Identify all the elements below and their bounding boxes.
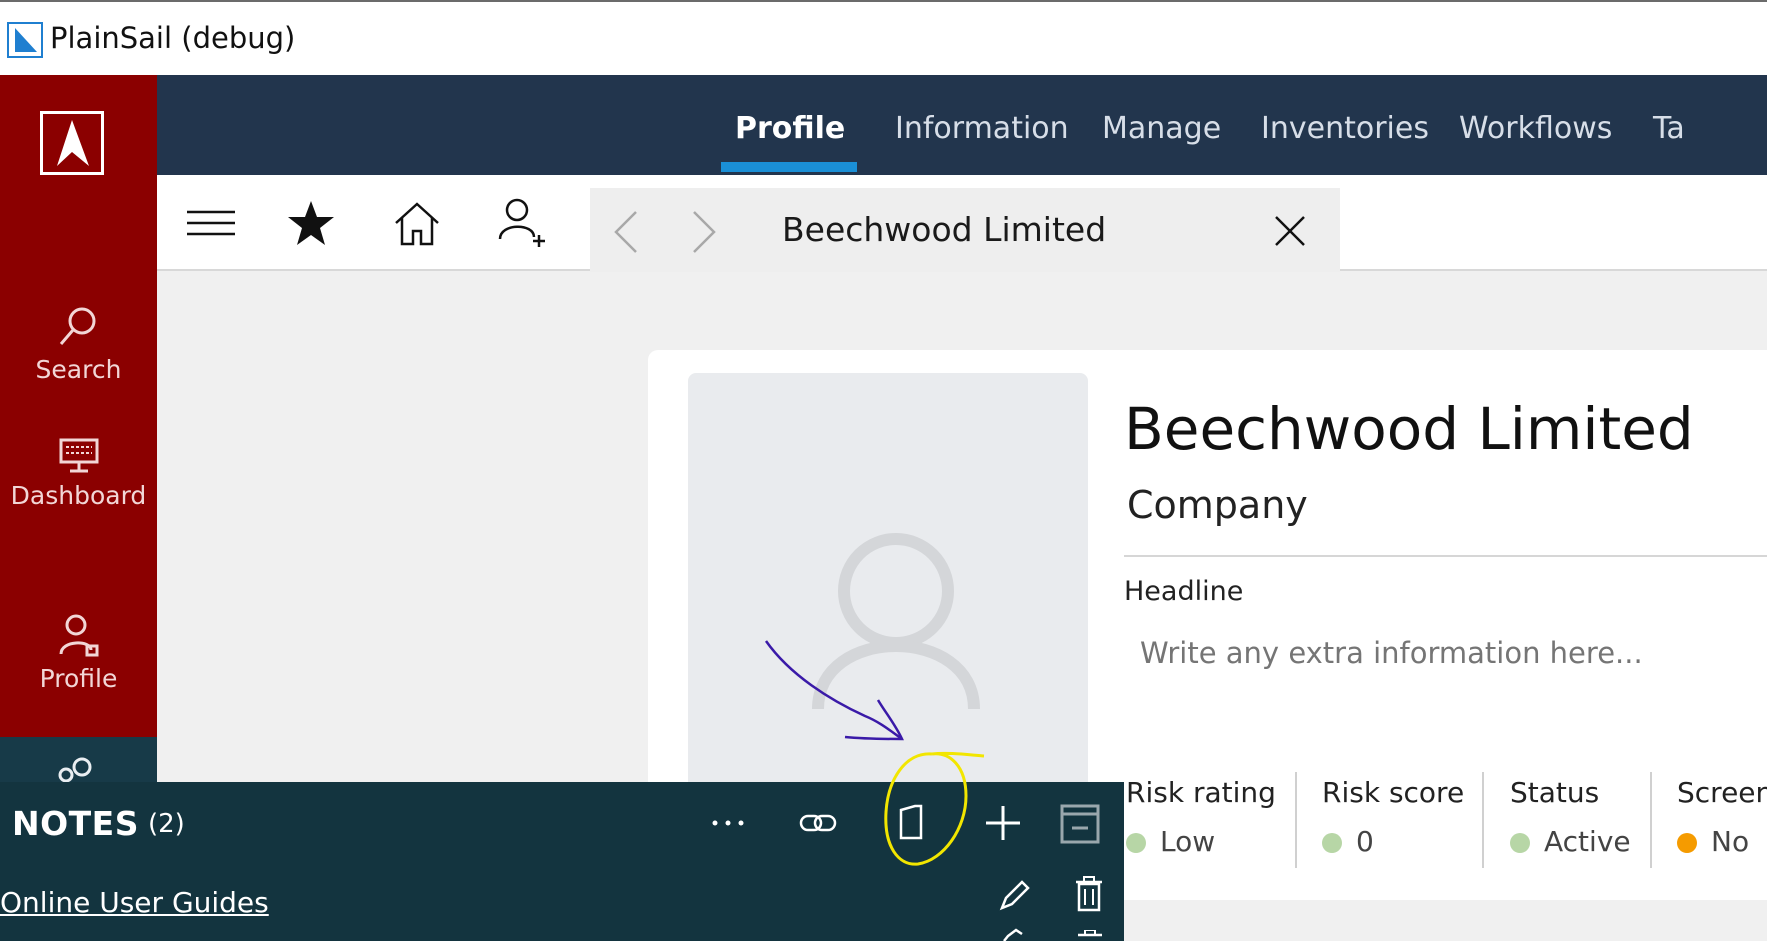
back-icon[interactable] <box>612 210 640 254</box>
divider <box>1295 772 1297 868</box>
notes-count: (2) <box>148 809 185 839</box>
tab-profile[interactable]: Profile <box>735 111 845 146</box>
metric-label: Risk score <box>1322 776 1465 809</box>
add-person-icon[interactable] <box>497 197 549 249</box>
divider <box>1482 772 1484 868</box>
edit-icon[interactable] <box>1000 928 1032 941</box>
menu-icon[interactable] <box>187 210 235 238</box>
minimize-icon[interactable] <box>1060 804 1100 844</box>
metric-risk-score: Risk score 0 <box>1322 776 1464 858</box>
notes-title: NOTES <box>12 804 139 843</box>
page-icon[interactable] <box>897 804 925 842</box>
home-icon[interactable] <box>393 201 441 247</box>
app-logo-icon <box>7 22 43 58</box>
notes-panel: NOTES (2) Online User Guides <box>0 782 1124 941</box>
add-icon[interactable] <box>984 804 1022 842</box>
window-title: PlainSail (debug) <box>50 21 296 55</box>
metric-value: No <box>1711 825 1750 858</box>
rail-item-search[interactable]: Search <box>0 303 157 384</box>
breadcrumb-title: Beechwood Limited <box>782 210 1107 249</box>
headline-input[interactable] <box>1140 636 1740 670</box>
monitor-icon <box>59 438 98 473</box>
close-icon[interactable] <box>1274 215 1306 247</box>
entity-name: Beechwood Limited <box>1124 395 1694 463</box>
window-titlebar: PlainSail (debug) <box>0 0 1767 75</box>
forward-icon[interactable] <box>690 210 718 254</box>
status-dot <box>1510 833 1530 853</box>
headline-label: Headline <box>1124 576 1244 607</box>
metric-value: 0 <box>1356 825 1374 858</box>
status-dot <box>1677 833 1697 853</box>
metric-risk-rating: Risk rating Low <box>1126 776 1276 858</box>
search-icon <box>59 307 95 345</box>
metric-label: Screen <box>1677 776 1767 809</box>
metric-status: Status Active <box>1510 776 1631 858</box>
tab-workflows[interactable]: Workflows <box>1459 111 1612 146</box>
status-dot <box>1322 833 1342 853</box>
rail-item-dashboard[interactable]: Dashboard <box>0 437 157 510</box>
divider <box>1124 555 1767 557</box>
rail-item-label: Profile <box>39 664 118 693</box>
avatar[interactable] <box>688 373 1088 803</box>
note-link[interactable]: Online User Guides <box>0 886 269 919</box>
metric-value: Active <box>1544 825 1631 858</box>
delete-icon[interactable] <box>1076 930 1104 941</box>
tab-manage[interactable]: Manage <box>1102 111 1221 146</box>
delete-icon[interactable] <box>1074 876 1104 912</box>
rail-item-label: Dashboard <box>10 481 147 510</box>
tab-information[interactable]: Information <box>895 111 1069 146</box>
active-tab-indicator <box>721 162 857 172</box>
rail-item-label: Search <box>35 355 122 384</box>
link-icon[interactable] <box>799 808 837 838</box>
brand-logo-icon[interactable] <box>40 111 104 175</box>
status-dot <box>1126 833 1146 853</box>
more-icon[interactable] <box>710 818 746 828</box>
edit-icon[interactable] <box>998 878 1032 912</box>
metric-screen: Screen No <box>1677 776 1767 858</box>
avatar-placeholder-icon <box>812 533 980 710</box>
metric-label: Risk rating <box>1126 776 1276 809</box>
record-breadcrumb: Beechwood Limited <box>590 188 1340 272</box>
metric-value: Low <box>1160 825 1216 858</box>
tab-inventories[interactable]: Inventories <box>1261 111 1429 146</box>
rail-item-profile[interactable]: Profile <box>0 612 157 693</box>
star-icon[interactable] <box>287 199 335 247</box>
entity-type: Company <box>1127 483 1308 527</box>
top-nav: Profile Information Manage Inventories W… <box>157 75 1767 175</box>
metric-label: Status <box>1510 776 1600 809</box>
divider <box>1650 772 1652 868</box>
tab-overflow[interactable]: Ta <box>1653 111 1685 146</box>
person-icon <box>59 614 98 657</box>
